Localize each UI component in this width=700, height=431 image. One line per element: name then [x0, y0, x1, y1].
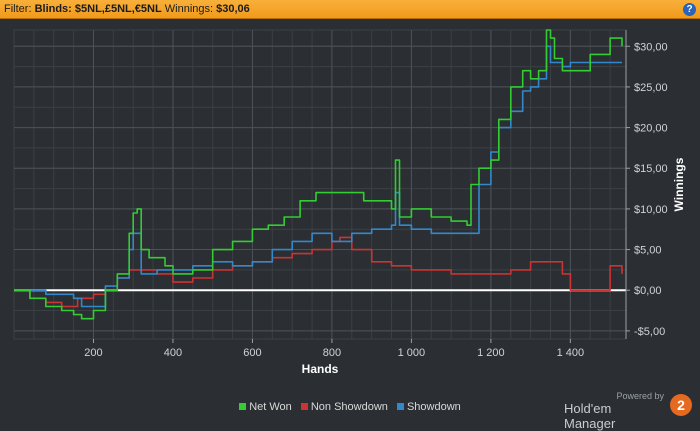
product-name: Hold'em Manager	[564, 401, 616, 431]
y-tick-label: $5,00	[634, 245, 662, 257]
blinds-label: Blinds:	[34, 3, 72, 15]
y-axis-label: Winnings	[672, 157, 686, 211]
y-tick-label: $30,00	[634, 41, 668, 53]
x-tick-label: 200	[84, 347, 102, 359]
y-tick-label: $20,00	[634, 123, 668, 135]
y-tick-label: $25,00	[634, 82, 668, 94]
legend-label-showdown: Showdown	[406, 401, 461, 413]
filter-bar: Filter: Blinds: $5NL,£5NL,€5NL Winnings:…	[0, 0, 700, 19]
x-tick-label: 600	[243, 347, 261, 359]
blinds-value: $5NL,£5NL,€5NL	[74, 3, 162, 15]
axes: 200 400 600 800 1 000 1 200 1 400 -$5,00 $0,00 $5…	[84, 30, 686, 376]
winnings-label: Winnings:	[164, 3, 214, 15]
legend-item-showdown[interactable]: Showdown	[396, 401, 461, 413]
y-tick-label: $10,00	[634, 204, 668, 216]
x-tick-label: 400	[164, 347, 182, 359]
filter-label: Filter:	[4, 3, 32, 15]
legend-label-net-won: Net Won	[249, 401, 292, 413]
x-tick-label: 1 000	[398, 347, 426, 359]
x-axis-label: Hands	[302, 362, 339, 376]
legend-swatch-non-showdown	[300, 403, 308, 410]
powered-by-text: Powered by	[616, 391, 664, 401]
legend-swatch-showdown	[396, 403, 404, 410]
branding: Powered by Hold'em Manager 2	[564, 391, 694, 431]
x-tick-label: 1 200	[477, 347, 505, 359]
legend-label-non-showdown: Non Showdown	[310, 401, 388, 413]
legend-item-net-won[interactable]: Net Won	[239, 401, 292, 413]
legend-swatch-net-won	[239, 403, 247, 410]
x-tick-label: 800	[323, 347, 341, 359]
graph-chart: 200 400 600 800 1 000 1 200 1 400 -$5,00 $0,00 $5…	[13, 29, 686, 376]
y-tick-label: $15,00	[634, 163, 668, 175]
help-icon[interactable]: ?	[683, 3, 696, 16]
winnings-value: $30,06	[216, 3, 250, 15]
hm2-logo-icon: 2	[670, 394, 692, 416]
x-tick-label: 1 400	[557, 347, 585, 359]
legend-item-non-showdown[interactable]: Non Showdown	[300, 401, 388, 413]
y-tick-label: $0,00	[634, 285, 662, 297]
y-tick-label: -$5,00	[634, 326, 665, 338]
